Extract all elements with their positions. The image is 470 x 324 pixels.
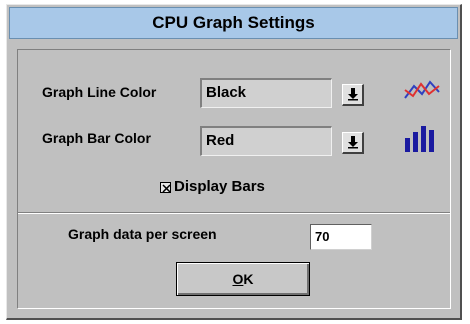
display-bars-checkbox[interactable] <box>160 182 171 193</box>
data-per-screen-input[interactable]: 70 <box>310 224 372 250</box>
checkmark-icon <box>162 184 171 193</box>
settings-panel: Graph Line Color Black Graph Bar Color R… <box>17 49 451 309</box>
arrow-down-icon <box>348 88 358 101</box>
ok-button-mnemonic: O <box>232 271 244 287</box>
bar-color-dropdown-button[interactable] <box>342 132 364 154</box>
bar-color-select[interactable]: Red <box>200 126 332 156</box>
settings-dialog: CPU Graph Settings Graph Line Color Blac… <box>6 4 462 320</box>
section-divider-highlight <box>18 213 450 214</box>
line-graph-icon <box>402 70 442 111</box>
line-color-label: Graph Line Color <box>42 84 157 100</box>
line-color-dropdown-button[interactable] <box>342 84 364 106</box>
bar-color-label: Graph Bar Color <box>42 130 151 146</box>
ok-button-label: K <box>243 271 254 287</box>
bar-graph-icon <box>404 122 440 159</box>
display-bars-label: Display Bars <box>174 178 265 195</box>
dialog-title: CPU Graph Settings <box>9 7 458 39</box>
line-color-select[interactable]: Black <box>200 78 332 108</box>
data-per-screen-label: Graph data per screen <box>68 226 217 242</box>
ok-button[interactable]: OK <box>176 262 310 296</box>
arrow-down-icon <box>348 136 358 149</box>
